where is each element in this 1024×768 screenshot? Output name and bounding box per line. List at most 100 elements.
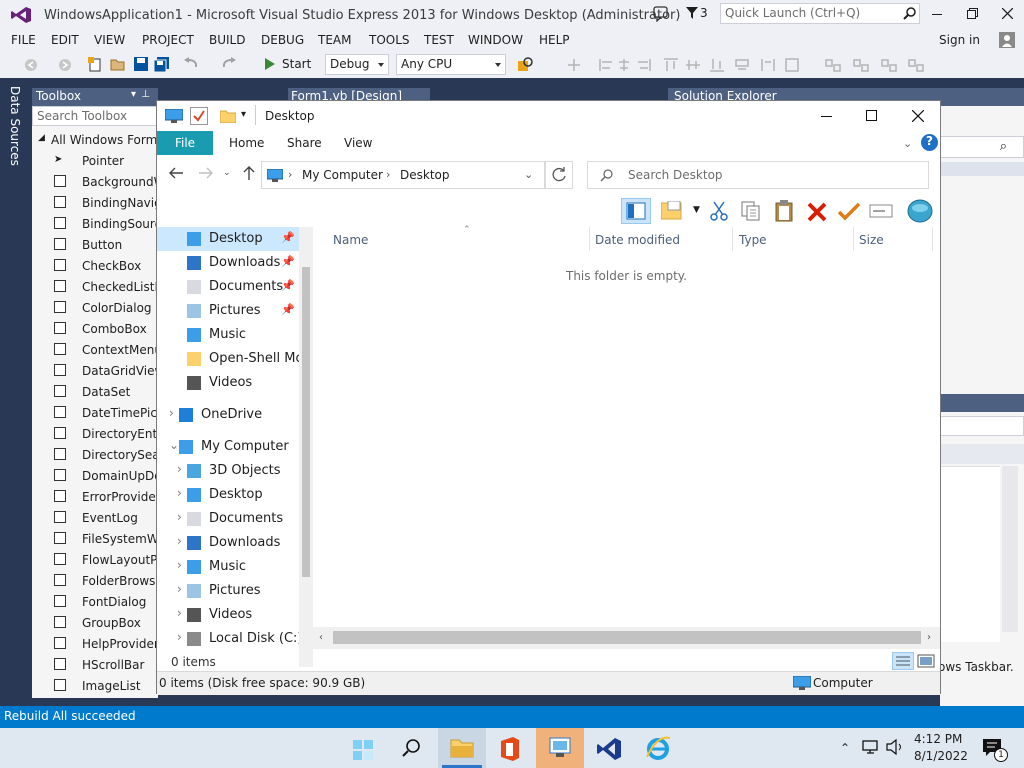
pin-icon[interactable]: 📌 [281, 279, 295, 292]
solution-tree-row[interactable] [940, 162, 1024, 176]
taskbar-control-panel[interactable] [536, 728, 584, 768]
network-icon[interactable] [862, 739, 880, 755]
tab-share[interactable]: Share [275, 131, 334, 155]
open-file-icon[interactable] [110, 57, 126, 72]
nav-item-computer-child[interactable]: › Desktop [157, 483, 299, 507]
find-in-files-icon[interactable] [518, 57, 534, 73]
forward-arrow-icon[interactable] [199, 167, 213, 179]
paste-icon[interactable] [775, 200, 793, 222]
office-icon[interactable] [498, 737, 522, 761]
nav-item-pictures[interactable]: Pictures 📌 [157, 299, 299, 323]
toolbox-item[interactable]: ImageList [32, 676, 158, 697]
nav-item-folder[interactable]: Open-Shell Mod [157, 347, 312, 371]
address-bar[interactable]: › My Computer › Desktop ⌄ [261, 161, 545, 189]
toolbox-item[interactable]: EventLog [32, 508, 158, 529]
horizontal-scrollbar-thumb[interactable] [333, 631, 921, 644]
restore-button[interactable] [967, 8, 978, 19]
menu-test[interactable]: TEST [424, 33, 454, 47]
volume-icon[interactable] [886, 739, 904, 755]
toolbox-item[interactable]: CheckedListBox [32, 277, 177, 298]
toolbox-item[interactable]: ComboBox [32, 319, 158, 340]
search-icon[interactable] [402, 739, 420, 757]
minimize-button[interactable] [932, 14, 942, 15]
taskbar-visual-studio[interactable] [596, 737, 622, 761]
toolbox-item[interactable]: DomainUpDown [32, 466, 179, 487]
network-globe-icon[interactable] [907, 199, 933, 223]
address-dropdown-icon[interactable]: ⌄ [524, 168, 533, 181]
delete-icon[interactable] [807, 202, 827, 222]
nav-item-onedrive[interactable]: › OneDrive [157, 403, 299, 427]
menu-team[interactable]: TEAM [318, 33, 351, 47]
redo-icon[interactable] [220, 57, 236, 71]
properties-object-select[interactable] [940, 416, 1024, 436]
feedback-icon[interactable] [653, 6, 669, 22]
preview-pane-button[interactable] [621, 198, 651, 224]
new-project-icon[interactable] [88, 57, 102, 72]
menu-help[interactable]: HELP [539, 33, 570, 47]
align-toolbar-icons[interactable] [566, 57, 936, 73]
back-arrow-icon[interactable] [169, 167, 183, 179]
start-menu-icon[interactable] [353, 740, 373, 760]
account-avatar-icon[interactable] [999, 32, 1015, 48]
toolbox-item[interactable]: FlowLayoutPanel [32, 550, 183, 571]
column-size[interactable]: Size [859, 233, 884, 247]
save-icon[interactable] [134, 57, 148, 71]
toolbox-item[interactable]: ErrorProvider [32, 487, 161, 508]
chevron-down-icon[interactable]: ▾ [131, 89, 136, 100]
toolbox-item[interactable]: HelpProvider [32, 634, 159, 655]
sign-in-link[interactable]: Sign in [939, 33, 980, 47]
minimize-button[interactable] [821, 116, 832, 117]
toolbox-item[interactable]: BindingNavigator [32, 193, 186, 214]
toolbox-item[interactable]: DateTimePicker [32, 403, 176, 424]
chevron-right-icon[interactable]: › [177, 486, 182, 500]
chevron-right-icon[interactable]: › [177, 630, 182, 644]
nav-item-computer-child[interactable]: › Pictures [157, 579, 299, 603]
toolbox-search-input[interactable]: Search Toolbox [32, 106, 158, 126]
chevron-right-icon[interactable]: › [177, 510, 182, 524]
tab-view[interactable]: View [332, 131, 384, 155]
properties-quick-icon[interactable] [190, 107, 208, 125]
menu-tools[interactable]: TOOLS [369, 33, 410, 47]
nav-item-computer-child[interactable]: › Videos [157, 603, 299, 627]
new-folder-dropdown-icon[interactable]: ▼ [693, 205, 700, 215]
nav-item-downloads[interactable]: Downloads 📌 [157, 251, 299, 275]
menu-file[interactable]: FILE [11, 33, 36, 47]
nav-item-computer-child[interactable]: › Music [157, 555, 299, 579]
configuration-select[interactable]: Debug [325, 54, 389, 75]
nav-item-music[interactable]: Music [157, 323, 299, 347]
clock-date[interactable]: 8/1/2022 [914, 749, 968, 763]
data-sources-tab[interactable]: Data Sources [8, 86, 22, 166]
menu-edit[interactable]: EDIT [51, 33, 79, 47]
cut-icon[interactable] [710, 201, 728, 221]
recent-locations-icon[interactable]: ⌄ [223, 168, 231, 178]
platform-select[interactable]: Any CPU [396, 54, 506, 75]
undo-icon[interactable] [184, 57, 200, 71]
nav-item-computer-child[interactable]: › Local Disk (C:) [157, 627, 302, 651]
taskbar-file-explorer[interactable] [438, 728, 486, 768]
scroll-right-icon[interactable]: › [927, 632, 931, 643]
details-view-button[interactable] [892, 652, 914, 670]
pin-icon[interactable]: ⊥ [141, 89, 150, 100]
toolbox-item[interactable]: GroupBox [32, 613, 158, 634]
toolbox-item[interactable]: DataGridView [32, 361, 164, 382]
column-divider[interactable] [732, 227, 733, 251]
nav-item-computer-child[interactable]: › Downloads [157, 531, 299, 555]
menu-window[interactable]: WINDOW [468, 33, 523, 47]
clock-time[interactable]: 4:12 PM [914, 732, 962, 746]
toolbox-item[interactable]: FolderBrowserDialog [32, 571, 206, 592]
nav-scrollbar[interactable] [299, 227, 313, 667]
column-divider[interactable] [589, 227, 590, 251]
forward-nav-icon[interactable] [58, 58, 72, 72]
column-name[interactable]: Name [333, 233, 368, 247]
tab-file[interactable]: File [157, 131, 213, 155]
chevron-right-icon[interactable]: › [177, 582, 182, 596]
menu-project[interactable]: PROJECT [142, 33, 194, 47]
internet-explorer-icon[interactable] [645, 735, 671, 761]
toolbox-item[interactable]: BackgroundWorker [32, 172, 196, 193]
column-divider[interactable] [853, 227, 854, 251]
chevron-right-icon[interactable]: › [177, 606, 182, 620]
large-icons-view-button[interactable] [917, 653, 935, 669]
expand-ribbon-icon[interactable]: ⌄ [903, 137, 912, 150]
nav-scrollbar-thumb[interactable] [302, 267, 310, 577]
notification-filter-icon[interactable] [686, 7, 698, 19]
